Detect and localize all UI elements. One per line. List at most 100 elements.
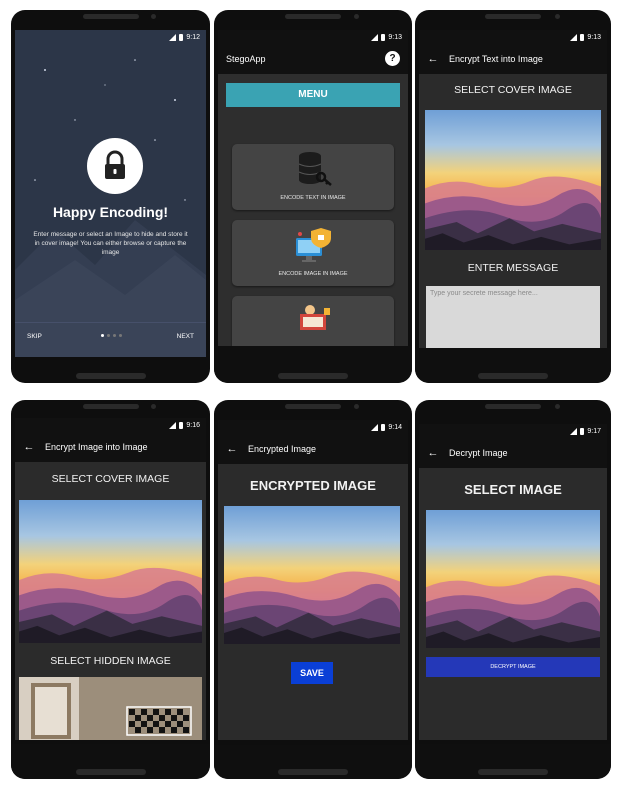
back-arrow-icon[interactable]: ← — [222, 443, 242, 455]
back-arrow-icon[interactable]: ← — [19, 441, 39, 453]
home-indicator — [478, 769, 548, 775]
select-hidden-label: SELECT HIDDEN IMAGE — [50, 655, 171, 667]
binary-display-icon — [300, 305, 330, 330]
intro-description: Enter message or select an Image to hide… — [33, 231, 188, 256]
home-indicator — [278, 373, 348, 379]
battery-icon — [580, 427, 585, 435]
third-menu-card[interactable] — [232, 296, 394, 346]
monitor-shield-icon — [296, 228, 331, 262]
app-bar: ← Encrypt Text into Image — [419, 44, 607, 74]
encode-text-label: ENCODE TEXT IN IMAGE — [280, 195, 346, 201]
intro-bottom-bar: SKIP NEXT — [15, 322, 206, 353]
select-cover-label: SELECT COVER IMAGE — [454, 84, 572, 96]
home-indicator — [75, 769, 146, 775]
signal-icon — [570, 427, 578, 435]
lock-badge — [87, 138, 143, 194]
phone-encrypt-text: 9:13 ← Encrypt Text into Image SELECT CO… — [415, 10, 611, 383]
camera — [555, 404, 560, 409]
cover-image[interactable] — [425, 110, 601, 250]
screen-title: Encrypted Image — [248, 444, 317, 454]
camera — [151, 14, 156, 19]
speaker — [285, 404, 341, 409]
signal-icon — [371, 33, 379, 41]
battery-icon — [381, 33, 386, 41]
signal-icon — [371, 423, 379, 431]
back-arrow-icon[interactable]: ← — [423, 53, 443, 65]
camera — [151, 404, 156, 409]
phone-encrypted: 9:14 ← Encrypted Image ENCRYPTED IMAGE S… — [214, 400, 412, 779]
camera — [555, 14, 560, 19]
home-indicator — [75, 373, 146, 379]
phone-decrypt: 9:17 ← Decrypt Image SELECT IMAGE DECRYP… — [415, 400, 611, 779]
app-bar: ← Decrypt Image — [419, 438, 607, 468]
page-dot — [113, 334, 116, 337]
encrypted-image — [224, 506, 400, 644]
speaker — [285, 14, 341, 19]
app-bar: StegoApp ? — [218, 44, 408, 74]
encode-image-card[interactable]: ENCODE IMAGE IN IMAGE — [232, 220, 394, 286]
speaker — [82, 14, 139, 19]
battery-icon — [580, 33, 585, 41]
status-time: 9:13 — [587, 33, 601, 41]
message-input[interactable]: Type your secrete message here... — [426, 286, 600, 348]
intro-title: Happy Encoding! — [52, 204, 169, 220]
encrypt-image-screen: 9:16 ← Encrypt Image into Image SELECT C… — [15, 418, 206, 740]
encode-text-card[interactable]: ENCODE TEXT IN IMAGE — [232, 144, 394, 210]
save-button[interactable]: SAVE — [291, 662, 333, 684]
selected-image[interactable] — [426, 510, 600, 648]
menu-screen: 9:13 StegoApp ? MENU ENCODE TEXT IN IMAG… — [218, 30, 408, 346]
screen-title: Decrypt Image — [449, 448, 508, 458]
battery-icon — [179, 421, 184, 429]
help-button[interactable]: ? — [385, 51, 400, 66]
status-bar: 9:13 — [419, 30, 607, 44]
status-time: 9:17 — [587, 427, 601, 435]
status-bar: 9:16 — [15, 418, 206, 432]
status-bar: 9:17 — [419, 424, 607, 438]
encode-image-label: ENCODE IMAGE IN IMAGE — [278, 271, 348, 277]
signal-icon — [570, 33, 578, 41]
home-indicator — [478, 373, 548, 379]
camera — [354, 14, 359, 19]
intro-screen: 9:12 Happy Encoding! Enter message or se… — [15, 30, 206, 357]
home-indicator — [278, 769, 348, 775]
status-bar: 9:14 — [218, 420, 408, 434]
next-button[interactable]: NEXT — [177, 333, 194, 340]
status-time: 9:14 — [388, 423, 402, 431]
battery-icon — [381, 423, 386, 431]
speaker — [485, 14, 541, 19]
select-cover-label: SELECT COVER IMAGE — [51, 473, 170, 485]
phone-intro: 9:12 Happy Encoding! Enter message or se… — [11, 10, 210, 383]
app-bar: ← Encrypt Image into Image — [15, 432, 206, 462]
cover-image[interactable] — [19, 500, 202, 643]
decrypt-button[interactable]: DECRYPT IMAGE — [426, 657, 600, 677]
status-time: 9:13 — [388, 33, 402, 41]
page-dot-active — [101, 334, 104, 337]
encrypt-text-screen: 9:13 ← Encrypt Text into Image SELECT CO… — [419, 30, 607, 348]
skip-button[interactable]: SKIP — [27, 333, 42, 340]
app-bar: ← Encrypted Image — [218, 434, 408, 464]
signal-icon — [169, 421, 177, 429]
database-key-icon — [298, 152, 332, 186]
phone-menu: 9:13 StegoApp ? MENU ENCODE TEXT IN IMAG… — [214, 10, 412, 383]
signal-icon — [169, 33, 177, 41]
encrypted-screen: 9:14 ← Encrypted Image ENCRYPTED IMAGE S… — [218, 420, 408, 740]
status-bar: 9:13 — [218, 30, 408, 44]
page-dot — [107, 334, 110, 337]
battery-icon — [179, 33, 184, 41]
lock-icon — [105, 150, 125, 179]
back-arrow-icon[interactable]: ← — [423, 447, 443, 459]
screen-title: Encrypt Image into Image — [45, 442, 148, 452]
encrypted-heading: ENCRYPTED IMAGE — [250, 478, 376, 493]
page-dot — [119, 334, 122, 337]
page-indicator — [101, 334, 122, 337]
phone-encrypt-image: 9:16 ← Encrypt Image into Image SELECT C… — [11, 400, 210, 779]
help-icon: ? — [389, 53, 396, 64]
select-image-heading: SELECT IMAGE — [464, 482, 562, 497]
camera — [354, 404, 359, 409]
decrypt-screen: 9:17 ← Decrypt Image SELECT IMAGE DECRYP… — [419, 424, 607, 740]
hidden-image[interactable] — [19, 677, 202, 740]
status-time: 9:16 — [186, 421, 200, 429]
app-title: StegoApp — [226, 54, 266, 64]
menu-button[interactable]: MENU — [226, 83, 400, 107]
screen-title: Encrypt Text into Image — [449, 54, 543, 64]
